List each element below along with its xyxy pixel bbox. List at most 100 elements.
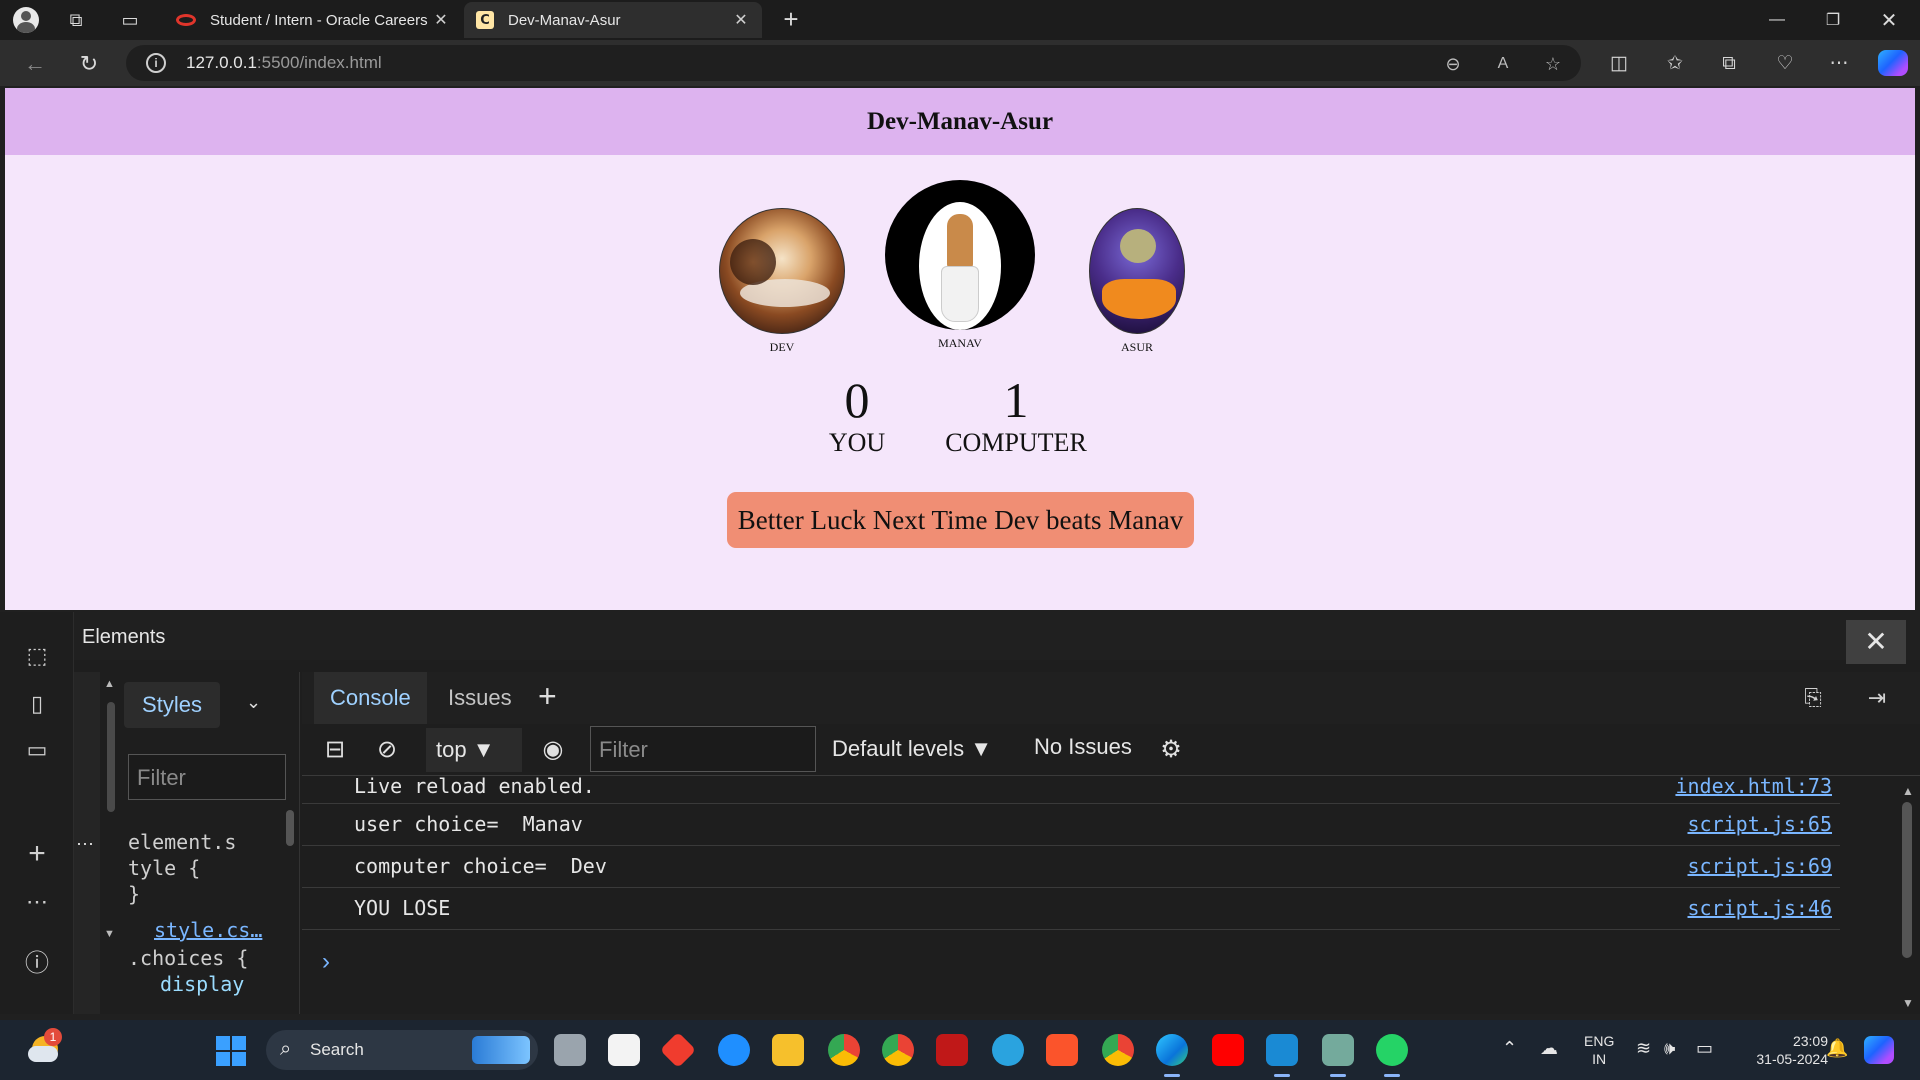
css-property[interactable]: display (160, 972, 244, 996)
copilot-taskbar-icon[interactable] (1864, 1036, 1894, 1064)
asur-image[interactable] (1089, 208, 1185, 334)
chrome-alt-icon[interactable] (1102, 1034, 1134, 1066)
weather-widget-icon[interactable]: 1 (26, 1028, 62, 1066)
more-icon[interactable]: ⋯ (76, 834, 94, 855)
dock-icon[interactable]: ⎘ (1796, 682, 1830, 714)
console-scrollbar-thumb[interactable] (1902, 802, 1912, 958)
url-text[interactable]: 127.0.0.1:5500/index.html (186, 53, 382, 73)
volume-icon[interactable]: 🕪 (1664, 1038, 1675, 1059)
telegram-icon[interactable] (992, 1034, 1024, 1066)
brave-icon[interactable] (1046, 1034, 1078, 1066)
close-tab-icon[interactable]: ✕ (432, 10, 450, 30)
scrollbar-thumb[interactable] (107, 702, 115, 812)
zoom-icon[interactable]: ⊖ (1440, 51, 1466, 77)
refresh-icon[interactable]: ↻ (74, 49, 104, 79)
vertical-tabs-icon[interactable]: ▭ (116, 6, 144, 34)
tab-console[interactable]: Console (314, 672, 427, 724)
manav-image[interactable] (885, 180, 1035, 330)
chevron-down-icon[interactable]: ⌄ (246, 692, 261, 713)
tab-dev-manav-asur[interactable]: C Dev-Manav-Asur ✕ (464, 2, 762, 38)
clear-console-icon[interactable]: ⊘ (370, 734, 404, 766)
console-tab-bar: Console Issues + ⎘ ⇥ (302, 672, 1920, 724)
system-clock[interactable]: 23:09 31-05-2024 (1738, 1032, 1828, 1068)
split-screen-icon[interactable]: ◫ (1604, 49, 1634, 79)
site-info-icon[interactable]: i (146, 53, 166, 73)
close-devtools-button[interactable]: ✕ (1846, 620, 1906, 664)
settings-gear-icon[interactable]: ⚙ (1154, 734, 1188, 766)
more-options-icon[interactable]: ⋯ (1824, 49, 1854, 79)
taskbar-search[interactable]: ⌕ Search (266, 1030, 538, 1070)
show-hidden-icons-chevron-icon[interactable]: ⌃ (1502, 1038, 1517, 1059)
edge-icon[interactable] (1156, 1034, 1188, 1077)
help-icon[interactable]: ⓘ (20, 948, 54, 980)
sidebar-toggle-icon[interactable]: ⊟ (318, 734, 352, 766)
styles-filter-input[interactable]: Filter (128, 754, 286, 800)
task-view-icon[interactable] (554, 1034, 586, 1066)
console-prompt-icon[interactable]: › (322, 948, 330, 976)
new-tab-button[interactable]: + (776, 4, 806, 35)
elements-tool-icon[interactable]: ▭ (20, 734, 54, 766)
address-bar[interactable]: i 127.0.0.1:5500/index.html ⊖ A ☆ (126, 45, 1581, 81)
file-explorer-icon[interactable] (772, 1034, 804, 1066)
scroll-up-icon[interactable]: ▲ (104, 678, 115, 690)
scroll-up-icon[interactable]: ▲ (1902, 784, 1914, 798)
more-tools-plus-icon[interactable]: + (20, 838, 54, 870)
profile-icon[interactable] (12, 6, 40, 34)
scroll-down-icon[interactable]: ▼ (104, 928, 115, 940)
issues-counter[interactable]: No Issues (1034, 734, 1132, 760)
default-levels-dropdown[interactable]: Default levels ▼ (832, 736, 992, 762)
tab-styles[interactable]: Styles (124, 682, 220, 728)
collections-icon[interactable]: ⧉ (1714, 49, 1744, 79)
scroll-down-icon[interactable]: ▼ (1902, 996, 1914, 1010)
log-source-link[interactable]: script.js:46 (1688, 896, 1833, 920)
read-aloud-icon[interactable]: A (1490, 51, 1516, 77)
favorites-icon[interactable]: ✩ (1660, 49, 1690, 79)
wifi-icon[interactable]: ≋ (1636, 1038, 1651, 1059)
styles-scrollbar-thumb[interactable] (286, 810, 294, 846)
choice-dev[interactable]: DEV (719, 208, 845, 355)
log-source-link[interactable]: index.html:73 (1675, 774, 1832, 798)
log-source-link[interactable]: script.js:69 (1688, 854, 1833, 878)
inspect-element-icon[interactable]: ⬚ (20, 640, 54, 672)
mcafee-icon[interactable] (936, 1034, 968, 1066)
chatgpt-icon[interactable] (1322, 1034, 1354, 1077)
add-tool-icon[interactable]: + (538, 678, 557, 715)
start-button[interactable] (216, 1036, 246, 1066)
favorite-star-icon[interactable]: ☆ (1540, 51, 1566, 77)
input-language[interactable]: ENG IN (1584, 1032, 1614, 1068)
minimize-button[interactable]: — (1750, 0, 1804, 40)
close-window-button[interactable]: ✕ (1862, 0, 1916, 40)
battery-icon[interactable]: ▭ (1696, 1038, 1713, 1059)
live-expression-eye-icon[interactable]: ◉ (536, 734, 570, 766)
browser-essentials-icon[interactable]: ♡ (1770, 49, 1800, 79)
search-icon: ⌕ (280, 1038, 292, 1060)
more-options-icon[interactable]: ⋯ (20, 886, 54, 918)
stylesheet-link[interactable]: style.cs… (154, 918, 262, 942)
help-app-icon[interactable] (718, 1034, 750, 1066)
context-select[interactable]: top ▼ (426, 728, 522, 772)
choice-asur[interactable]: ASUR (1089, 208, 1185, 355)
tab-issues[interactable]: Issues (432, 672, 528, 724)
close-tab-icon[interactable]: ✕ (732, 10, 750, 30)
chrome-profile-icon[interactable] (882, 1034, 914, 1066)
onedrive-icon[interactable]: ☁ (1540, 1038, 1558, 1059)
chrome-icon[interactable] (828, 1034, 860, 1066)
search-label: Search (310, 1040, 364, 1059)
vscode-icon[interactable] (1266, 1034, 1298, 1077)
whatsapp-icon[interactable] (1376, 1034, 1408, 1077)
git-app-icon[interactable] (659, 1031, 697, 1069)
choice-manav[interactable]: MANAV (885, 180, 1035, 351)
tab-oracle-careers[interactable]: Student / Intern - Oracle Careers ✕ (164, 2, 462, 38)
youtube-icon[interactable] (1212, 1034, 1244, 1066)
copilot-icon[interactable] (1878, 50, 1908, 76)
notification-bell-icon[interactable]: 🔔 (1826, 1038, 1848, 1059)
workspaces-icon[interactable]: ⧉ (62, 6, 90, 34)
log-source-link[interactable]: script.js:65 (1688, 812, 1833, 836)
toggle-drawer-icon[interactable]: ⇥ (1860, 682, 1894, 714)
dev-image[interactable] (719, 208, 845, 334)
microsoft-store-icon[interactable] (608, 1034, 640, 1066)
console-filter-input[interactable]: Filter (590, 726, 816, 772)
restore-button[interactable]: ❐ (1806, 0, 1860, 40)
back-icon[interactable]: ← (20, 49, 50, 79)
device-emulation-icon[interactable]: ▯ (20, 688, 54, 720)
